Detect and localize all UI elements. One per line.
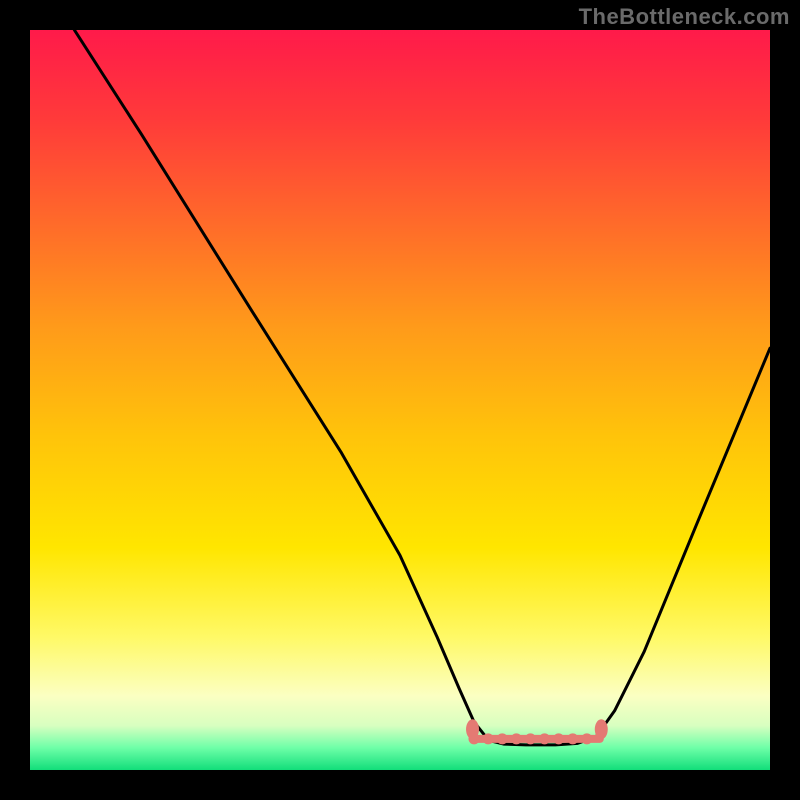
plot-area bbox=[30, 30, 770, 770]
range-marker-start bbox=[466, 719, 479, 739]
bottleneck-curve bbox=[74, 30, 770, 745]
range-marker-end bbox=[595, 719, 608, 739]
curve-layer bbox=[30, 30, 770, 770]
watermark-text: TheBottleneck.com bbox=[579, 4, 790, 30]
